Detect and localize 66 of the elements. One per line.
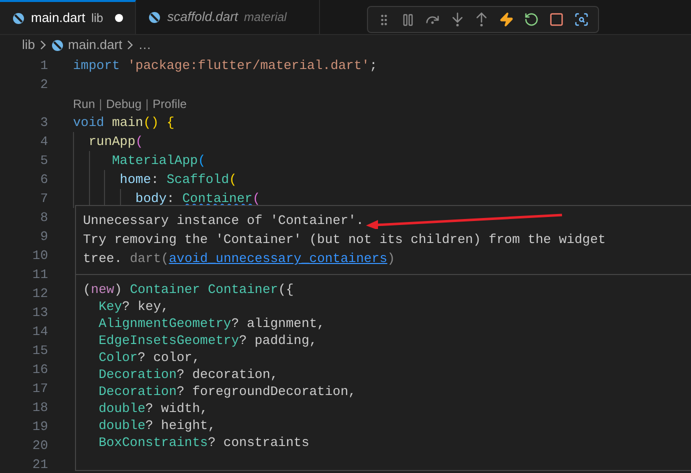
- line-number: 8: [40, 210, 48, 225]
- step-into-icon[interactable]: [450, 12, 465, 27]
- line-number: 12: [32, 286, 48, 301]
- tab-description: material: [244, 9, 287, 26]
- line-number: 3: [40, 114, 48, 130]
- restart-icon[interactable]: [524, 12, 540, 27]
- diagnostic-message: Unnecessary instance of 'Container'.: [83, 212, 364, 230]
- code-line: import 'package:flutter/material.dart';: [73, 57, 378, 75]
- dart-file-icon: [51, 38, 64, 52]
- dart-file-icon: [12, 12, 25, 24]
- line-number: 1: [40, 58, 48, 73]
- pause-icon[interactable]: [400, 12, 415, 26]
- signature-line: (new) Container Container({: [83, 281, 294, 298]
- line-number: 17: [32, 380, 48, 396]
- line-number: 13: [32, 304, 48, 320]
- signature-line: BoxConstraints? constraints: [98, 434, 310, 451]
- codelens-separator: |: [99, 96, 102, 112]
- codelens-link[interactable]: Debug: [106, 94, 142, 112]
- codelens-link[interactable]: Profile: [152, 94, 187, 112]
- breadcrumb-item[interactable]: main.dart: [68, 35, 122, 55]
- tab-label: main.dart: [31, 9, 86, 28]
- signature-line: Decoration? decoration,: [98, 366, 278, 383]
- lint-rule-link[interactable]: avoid_unnecessary_containers: [168, 251, 388, 266]
- diagnostic-detail: Try removing the 'Container' (but not its children) from the widget tree. dart(avoid_unnecessary_containers): [83, 231, 607, 268]
- line-number: 6: [40, 172, 48, 187]
- line-number: 21: [32, 456, 48, 472]
- dart-file-icon: [148, 10, 162, 24]
- line-number: 20: [32, 438, 48, 453]
- codelens-separator: |: [146, 96, 149, 112]
- code-line: runApp(: [88, 133, 144, 151]
- chevron-right-icon: [126, 40, 134, 50]
- inspect-icon[interactable]: [574, 12, 589, 27]
- editor-tab[interactable]: scaffold.dart material: [136, 0, 320, 34]
- signature-line: Color? color,: [98, 349, 200, 366]
- line-number: 16: [32, 362, 48, 377]
- breadcrumb-item[interactable]: …: [138, 35, 152, 55]
- tab-description: lib: [91, 10, 104, 27]
- editor-tab[interactable]: main.dart lib: [0, 0, 136, 34]
- signature-line: EdgeInsetsGeometry? padding,: [98, 332, 318, 349]
- tab-label: scaffold.dart: [167, 8, 238, 26]
- line-number: 9: [40, 228, 48, 244]
- line-number: 2: [40, 76, 48, 92]
- codelens-link[interactable]: Run: [73, 94, 96, 112]
- signature-line: double? height,: [98, 417, 216, 434]
- line-number: 14: [32, 324, 48, 339]
- line-number: 19: [32, 418, 48, 434]
- signature-line: AlignmentGeometry? alignment,: [98, 315, 325, 332]
- code-line: home: Scaffold(: [118, 171, 237, 189]
- code-line: MaterialApp(: [111, 152, 206, 170]
- line-number: 11: [32, 266, 48, 282]
- step-out-icon[interactable]: [474, 12, 490, 27]
- signature-line: double? width,: [98, 400, 208, 417]
- signature-line: Key? key,: [98, 298, 169, 315]
- line-number: 18: [32, 400, 48, 415]
- code-line: body: Container(: [134, 190, 260, 208]
- line-number: 10: [32, 248, 48, 263]
- breadcrumb-item[interactable]: lib: [22, 35, 36, 55]
- signature-line: Decoration? foregroundDecoration,: [98, 383, 356, 400]
- code-line: void main() {: [73, 114, 174, 132]
- line-number: 7: [40, 190, 48, 206]
- chevron-right-icon: [39, 40, 48, 50]
- line-number: 4: [40, 134, 48, 149]
- lightning-icon[interactable]: [499, 12, 514, 27]
- line-number: 5: [40, 152, 48, 168]
- line-number: 15: [32, 342, 48, 358]
- stop-icon[interactable]: [549, 12, 564, 27]
